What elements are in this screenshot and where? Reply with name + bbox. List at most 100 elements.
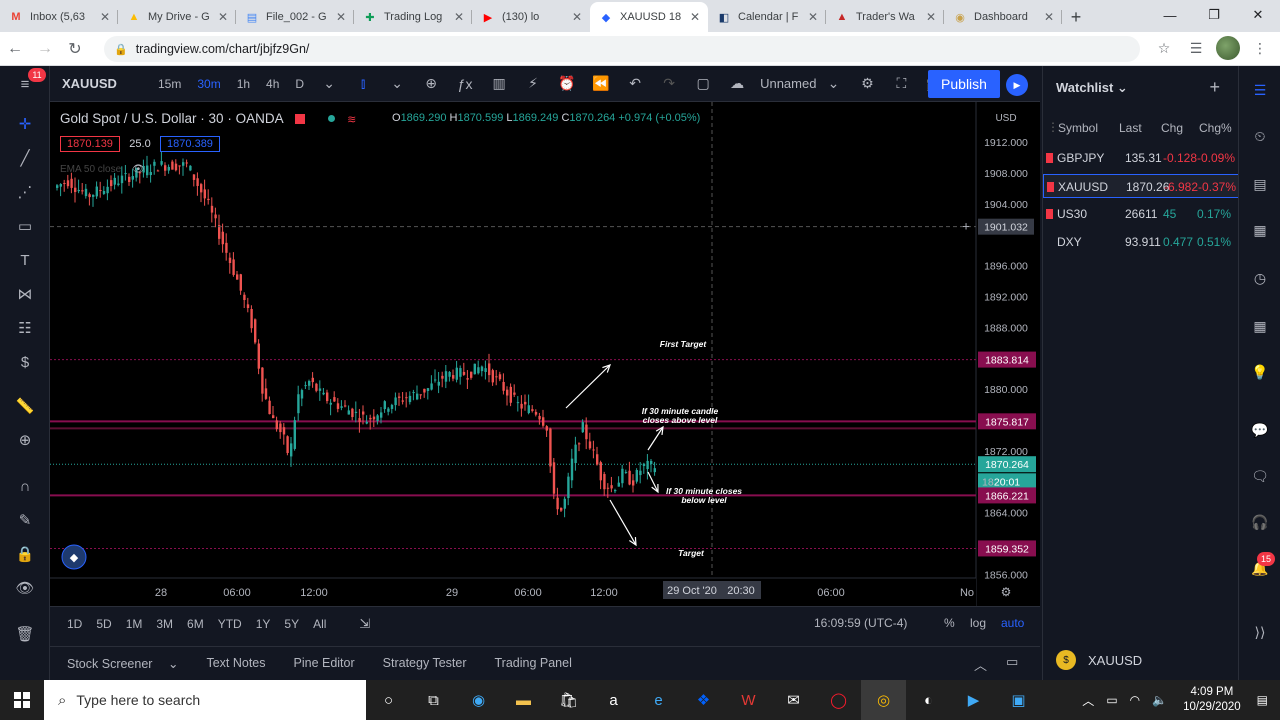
collapse-sidebar-icon[interactable]: ⟩⟩: [1248, 620, 1272, 644]
menu-kebab-icon[interactable]: ⋮: [1248, 36, 1272, 60]
trendline-icon[interactable]: ╱: [10, 146, 40, 170]
maximize-panel-icon[interactable]: ▭: [1006, 654, 1018, 670]
action-center-icon[interactable]: ▤: [1251, 693, 1280, 707]
range-1d[interactable]: 1D: [60, 617, 89, 631]
close-tab-icon[interactable]: ✕: [336, 10, 346, 24]
close-tab-icon[interactable]: ✕: [690, 10, 700, 24]
range-3m[interactable]: 3M: [149, 617, 180, 631]
crosshair-icon[interactable]: ✛: [10, 112, 40, 136]
watchlist-icon[interactable]: ☰: [1248, 78, 1272, 102]
trash-icon[interactable]: 🗑: [10, 622, 40, 646]
store-icon[interactable]: 🛍: [546, 680, 591, 720]
interval-1h[interactable]: 1h: [229, 77, 258, 91]
avatar[interactable]: [1216, 36, 1240, 60]
browser-tab[interactable]: ▲ Trader's Wa ✕: [826, 2, 944, 32]
chat-icon[interactable]: 💬: [1248, 418, 1272, 442]
watchlist-row[interactable]: GBPJPY 135.31 -0.128 -0.09%: [1043, 146, 1239, 170]
replay-back-icon[interactable]: ⏪: [584, 75, 618, 92]
task-view-icon[interactable]: ⧉: [411, 680, 456, 720]
collapse-chevron-icon[interactable]: ︿: [974, 655, 987, 674]
watchlist-title[interactable]: Watchlist ⌄: [1056, 80, 1128, 96]
interval-dropdown-icon[interactable]: ⌄: [312, 75, 346, 92]
range-1y[interactable]: 1Y: [249, 617, 278, 631]
settings-gear-icon[interactable]: ⚙: [850, 75, 884, 92]
chart-area[interactable]: 1912.000 1908.000 1904.000 1896.000 1892.000…: [50, 102, 1040, 606]
watchlist-row[interactable]: XAUUSD 1870.26 -6.982 -0.37%: [1043, 174, 1239, 198]
templates-icon[interactable]: ▥: [482, 75, 516, 92]
browser-tab[interactable]: ◉ Dashboard ✕: [944, 2, 1062, 32]
layout-icon[interactable]: ▢: [686, 75, 720, 92]
text-tool-icon[interactable]: T: [10, 248, 40, 272]
taskbar-search-box[interactable]: ⌕ Type here to search: [44, 680, 366, 720]
watchlist-row[interactable]: US30 26611 45 0.17%: [1043, 202, 1239, 226]
video-app-icon[interactable]: ▶: [951, 680, 996, 720]
watchlist-symbol-details[interactable]: $ XAUUSD: [1056, 650, 1142, 670]
forward-icon[interactable]: →: [30, 40, 60, 58]
dollar-icon[interactable]: $: [10, 350, 40, 374]
replay-play-icon[interactable]: ▶: [1006, 74, 1028, 96]
server-clock[interactable]: 16:09:59 (UTC-4): [814, 616, 907, 630]
rectangle-icon[interactable]: ▭: [10, 214, 40, 238]
panel-tab-trading-panel[interactable]: Trading Panel: [478, 656, 583, 671]
lock-icon[interactable]: 🔒: [10, 542, 40, 566]
indicators-icon[interactable]: ƒx: [448, 76, 482, 92]
address-bar[interactable]: 🔒 tradingview.com/chart/jbjfz9Gn/: [104, 36, 1140, 62]
desktop-app-icon[interactable]: ▣: [996, 680, 1041, 720]
support-icon[interactable]: 🎧: [1248, 510, 1272, 534]
taskbar-clock[interactable]: 4:09 PM 10/29/2020: [1173, 685, 1251, 715]
sell-price-button[interactable]: 1870.139: [60, 136, 120, 152]
layout-dropdown-icon[interactable]: ⌄: [816, 75, 850, 92]
log-scale-toggle[interactable]: log: [970, 616, 986, 630]
volume-icon[interactable]: 🔈: [1146, 693, 1173, 707]
close-tab-icon[interactable]: ✕: [454, 10, 464, 24]
panel-tab-strategy-tester[interactable]: Strategy Tester: [366, 656, 478, 671]
interval-30m[interactable]: 30m: [189, 77, 228, 91]
close-tab-icon[interactable]: ✕: [218, 10, 228, 24]
battery-icon[interactable]: ▭: [1100, 693, 1123, 707]
fib-icon[interactable]: ⋰: [10, 180, 40, 204]
redo-icon[interactable]: ↷: [652, 75, 686, 92]
ruler-icon[interactable]: 📏: [10, 394, 40, 418]
hotlists-icon[interactable]: ▦: [1248, 218, 1272, 242]
range-1m[interactable]: 1M: [119, 617, 150, 631]
watchlist-row[interactable]: DXY 93.911 0.477 0.51%: [1043, 230, 1239, 254]
windows-start-icon[interactable]: [0, 680, 44, 720]
layout-name[interactable]: Unnamed: [760, 76, 816, 91]
reading-list-icon[interactable]: ☰: [1184, 36, 1208, 60]
prediction-icon[interactable]: ☷: [10, 316, 40, 340]
streams-icon[interactable]: 🗨: [1248, 464, 1272, 488]
alarm-icon[interactable]: ◷: [1248, 266, 1272, 290]
obs-icon[interactable]: ◐: [906, 680, 951, 720]
eye-icon[interactable]: 👁: [10, 576, 40, 600]
data-window-icon[interactable]: ▤: [1248, 172, 1272, 196]
ie-icon[interactable]: e: [636, 680, 681, 720]
range-all[interactable]: All: [306, 617, 333, 631]
symbol-search[interactable]: XAUUSD: [50, 76, 150, 91]
bar-style-dropdown-icon[interactable]: ⌄: [380, 75, 414, 92]
browser-tab[interactable]: ▤ File_002 - G ✕: [236, 2, 354, 32]
chrome-icon[interactable]: ◎: [861, 680, 906, 720]
interval-15m[interactable]: 15m: [150, 77, 189, 91]
close-tab-icon[interactable]: ✕: [1044, 10, 1054, 24]
close-window-icon[interactable]: ✕: [1236, 0, 1280, 30]
eye-icon[interactable]: 👁: [132, 164, 145, 175]
maximize-icon[interactable]: ❐: [1192, 0, 1236, 30]
interval-4h[interactable]: 4h: [258, 77, 287, 91]
magnet-icon[interactable]: ∩: [10, 474, 40, 498]
pattern-icon[interactable]: ⋈: [10, 282, 40, 306]
auto-scale-toggle[interactable]: auto: [1001, 616, 1024, 630]
ema-indicator-label[interactable]: EMA 50 close 👁: [60, 164, 145, 175]
panel-tab-stock-screener[interactable]: Stock Screener ⌄: [50, 656, 189, 671]
wps-icon[interactable]: W: [726, 680, 771, 720]
buy-price-button[interactable]: 1870.389: [160, 136, 220, 152]
browser-tab[interactable]: ◧ Calendar | F ✕: [708, 2, 826, 32]
bar-style-icon[interactable]: ⫾: [346, 75, 380, 92]
browser-tab[interactable]: M Inbox (5,63 ✕: [0, 2, 118, 32]
goto-date-icon[interactable]: ⇲: [359, 616, 370, 632]
indicators-add-icon[interactable]: ⊕: [414, 75, 448, 92]
close-tab-icon[interactable]: ✕: [100, 10, 110, 24]
undo-icon[interactable]: ↶: [618, 75, 652, 92]
back-icon[interactable]: ←: [0, 40, 30, 58]
bookmark-star-icon[interactable]: ☆: [1152, 36, 1176, 60]
file-explorer-icon[interactable]: ▬: [501, 680, 546, 720]
